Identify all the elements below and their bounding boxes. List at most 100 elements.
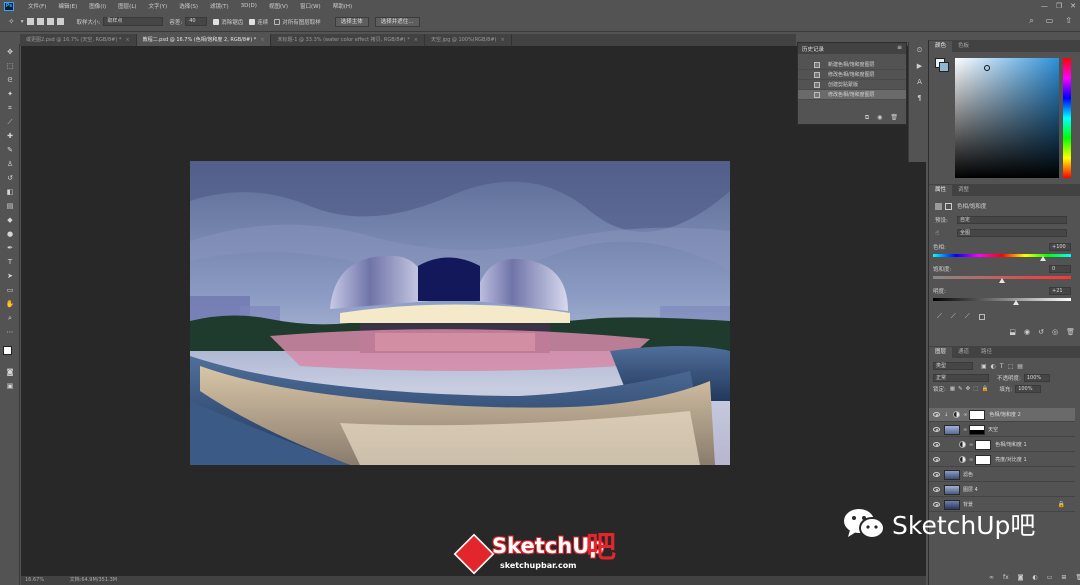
lock-icons[interactable]: ▦✎✥⬚🔒 — [950, 386, 991, 392]
close-icon[interactable]: × — [500, 37, 504, 43]
sample-all-checkbox[interactable] — [274, 18, 281, 25]
menu-file[interactable]: 文件(F) — [22, 2, 52, 10]
eyedropper-icon[interactable]: ⟋ — [937, 312, 942, 321]
eye-icon[interactable] — [933, 427, 940, 432]
clip-to-layer-icon[interactable]: ⬓ — [1009, 328, 1016, 336]
channel-select[interactable]: 全图 — [957, 229, 1067, 237]
share-icon[interactable]: ⇧ — [1065, 16, 1072, 26]
minimize-icon[interactable]: — — [1041, 2, 1048, 10]
dropdown-caret-icon[interactable]: ▾ — [21, 19, 24, 25]
target-adjust-icon[interactable]: ☝ — [935, 229, 957, 237]
menu-image[interactable]: 图像(I) — [83, 2, 112, 10]
hue-slider-track[interactable] — [933, 252, 1071, 261]
eye-icon[interactable] — [933, 457, 940, 462]
document-artwork[interactable] — [190, 161, 730, 465]
sample-size-select[interactable]: 取样点 — [103, 17, 164, 26]
zoom-tool-icon[interactable]: ⌕ — [5, 314, 15, 323]
menu-window[interactable]: 窗口(W) — [294, 2, 327, 10]
gradient-tool-icon[interactable]: ▤ — [5, 202, 15, 211]
mask-icon[interactable] — [945, 202, 952, 210]
visibility-icon[interactable]: ◎ — [1052, 328, 1058, 336]
blur-tool-icon[interactable]: ◆ — [5, 216, 15, 225]
reset-icon[interactable]: ↺ — [1038, 328, 1044, 336]
close-icon[interactable]: × — [125, 37, 129, 43]
tab-adjustments[interactable]: 调整 — [952, 185, 975, 196]
select-subject-button[interactable]: 选择主体 — [334, 16, 369, 27]
layer-row[interactable]: ∞ 色相/饱和度 1 — [929, 438, 1075, 452]
blend-mode-select[interactable]: 正常 — [933, 374, 989, 382]
tab-paths[interactable]: 路径 — [975, 347, 998, 358]
layer-row[interactable]: 滤色 — [929, 468, 1075, 482]
tab-color[interactable]: 颜色 — [929, 41, 953, 52]
saturation-slider-track[interactable] — [933, 274, 1071, 283]
tab-layers[interactable]: 图层 — [929, 347, 953, 358]
layer-mask-thumbnail[interactable] — [969, 409, 986, 420]
layer-thumbnail[interactable] — [944, 484, 960, 495]
eyedropper-tool-icon[interactable]: ⟋ — [5, 118, 15, 127]
snapshot-icon[interactable]: ◉ — [877, 114, 882, 122]
lightness-slider-track[interactable] — [933, 296, 1071, 305]
background-swatch[interactable] — [939, 62, 949, 72]
search-icon[interactable]: ⌕ — [1029, 16, 1033, 26]
colorize-checkbox[interactable] — [978, 313, 985, 320]
lightness-slider-thumb[interactable] — [1012, 300, 1019, 305]
restore-icon[interactable]: ❐ — [1056, 2, 1062, 10]
eraser-tool-icon[interactable]: ◧ — [5, 188, 15, 197]
magic-wand-tool-icon[interactable]: ✦ — [5, 90, 15, 99]
layer-row[interactable]: 图层 4 — [929, 483, 1075, 497]
layer-kind-filter[interactable]: 类型 — [933, 362, 973, 370]
color-field[interactable] — [955, 58, 1059, 178]
menu-edit[interactable]: 编辑(E) — [52, 2, 83, 10]
color-picker-marker[interactable] — [984, 65, 990, 71]
eyedropper-minus-icon[interactable]: ⟋ — [965, 312, 970, 321]
tolerance-input[interactable]: 40 — [185, 17, 208, 26]
brush-tool-icon[interactable]: ✎ — [5, 146, 15, 155]
preset-select[interactable]: 自定 — [957, 216, 1067, 224]
layer-mask-thumbnail[interactable] — [969, 424, 986, 435]
eye-icon[interactable] — [933, 472, 940, 477]
add-mask-icon[interactable]: ◙ — [1018, 574, 1024, 581]
magic-wand-icon[interactable]: ✧ — [8, 17, 15, 26]
healing-tool-icon[interactable]: ✚ — [5, 132, 15, 141]
eye-icon[interactable] — [933, 487, 940, 492]
history-item[interactable]: 新建色相/饱和度图层 — [798, 60, 906, 70]
path-select-tool-icon[interactable]: ➤ — [5, 272, 15, 281]
history-panel-title[interactable]: 历史记录 — [802, 45, 824, 53]
workspace-icon[interactable]: ▭ — [1046, 16, 1054, 26]
close-icon[interactable]: × — [260, 37, 264, 43]
close-icon[interactable]: × — [414, 37, 418, 43]
tab-doc-2[interactable]: 教程二.psd @ 16.7% (色相/饱和度 2, RGB/8#) * × — [136, 34, 272, 46]
new-selection-icon[interactable] — [27, 18, 35, 25]
layer-row[interactable]: ↓ ∞ 色相/饱和度 2 — [929, 408, 1075, 422]
layer-mask-thumbnail[interactable] — [975, 454, 992, 465]
new-layer-icon[interactable]: ⊞ — [1061, 574, 1066, 581]
lasso-tool-icon[interactable]: ᘓ — [5, 76, 15, 85]
layer-row[interactable]: ∞ 天空 — [929, 423, 1075, 437]
foreground-color-swatch[interactable] — [3, 346, 12, 355]
more-tools-icon[interactable]: ⋯ — [5, 328, 15, 337]
layer-thumbnail[interactable] — [944, 424, 960, 435]
trash-icon[interactable]: 🗑 — [1075, 574, 1080, 581]
antialias-checkbox[interactable] — [213, 18, 220, 25]
fill-input[interactable]: 100% — [1015, 385, 1042, 393]
contiguous-checkbox[interactable] — [249, 18, 256, 25]
trash-icon[interactable]: 🗑 — [1066, 328, 1075, 336]
history-brush-tool-icon[interactable]: ↺ — [5, 174, 15, 183]
layer-mask-thumbnail[interactable] — [975, 439, 992, 450]
quick-mask-icon[interactable]: ◙ — [5, 368, 15, 377]
select-and-mask-button[interactable]: 选择并遮住... — [374, 16, 420, 27]
hue-slider-thumb[interactable] — [1040, 256, 1047, 261]
eye-icon[interactable] — [933, 412, 940, 417]
close-icon[interactable]: ✕ — [1070, 2, 1076, 10]
menu-layer[interactable]: 图层(L) — [112, 2, 142, 10]
tab-doc-1[interactable]: 或更图2.psd @ 16.7% (天空, RGB/8#) * × — [20, 34, 137, 46]
new-adjustment-icon[interactable]: ◐ — [1033, 574, 1038, 581]
actions-panel-icon[interactable]: ▶ — [915, 62, 924, 70]
panel-menu-icon[interactable]: ≡ — [897, 44, 902, 51]
new-group-icon[interactable]: ▭ — [1047, 574, 1053, 581]
type-tool-icon[interactable]: T — [5, 258, 15, 267]
menu-select[interactable]: 选择(S) — [173, 2, 204, 10]
tab-properties[interactable]: 属性 — [929, 185, 953, 196]
history-item[interactable]: 修改色相/饱和度图层 — [798, 90, 906, 100]
fx-icon[interactable]: fx — [1003, 574, 1009, 581]
